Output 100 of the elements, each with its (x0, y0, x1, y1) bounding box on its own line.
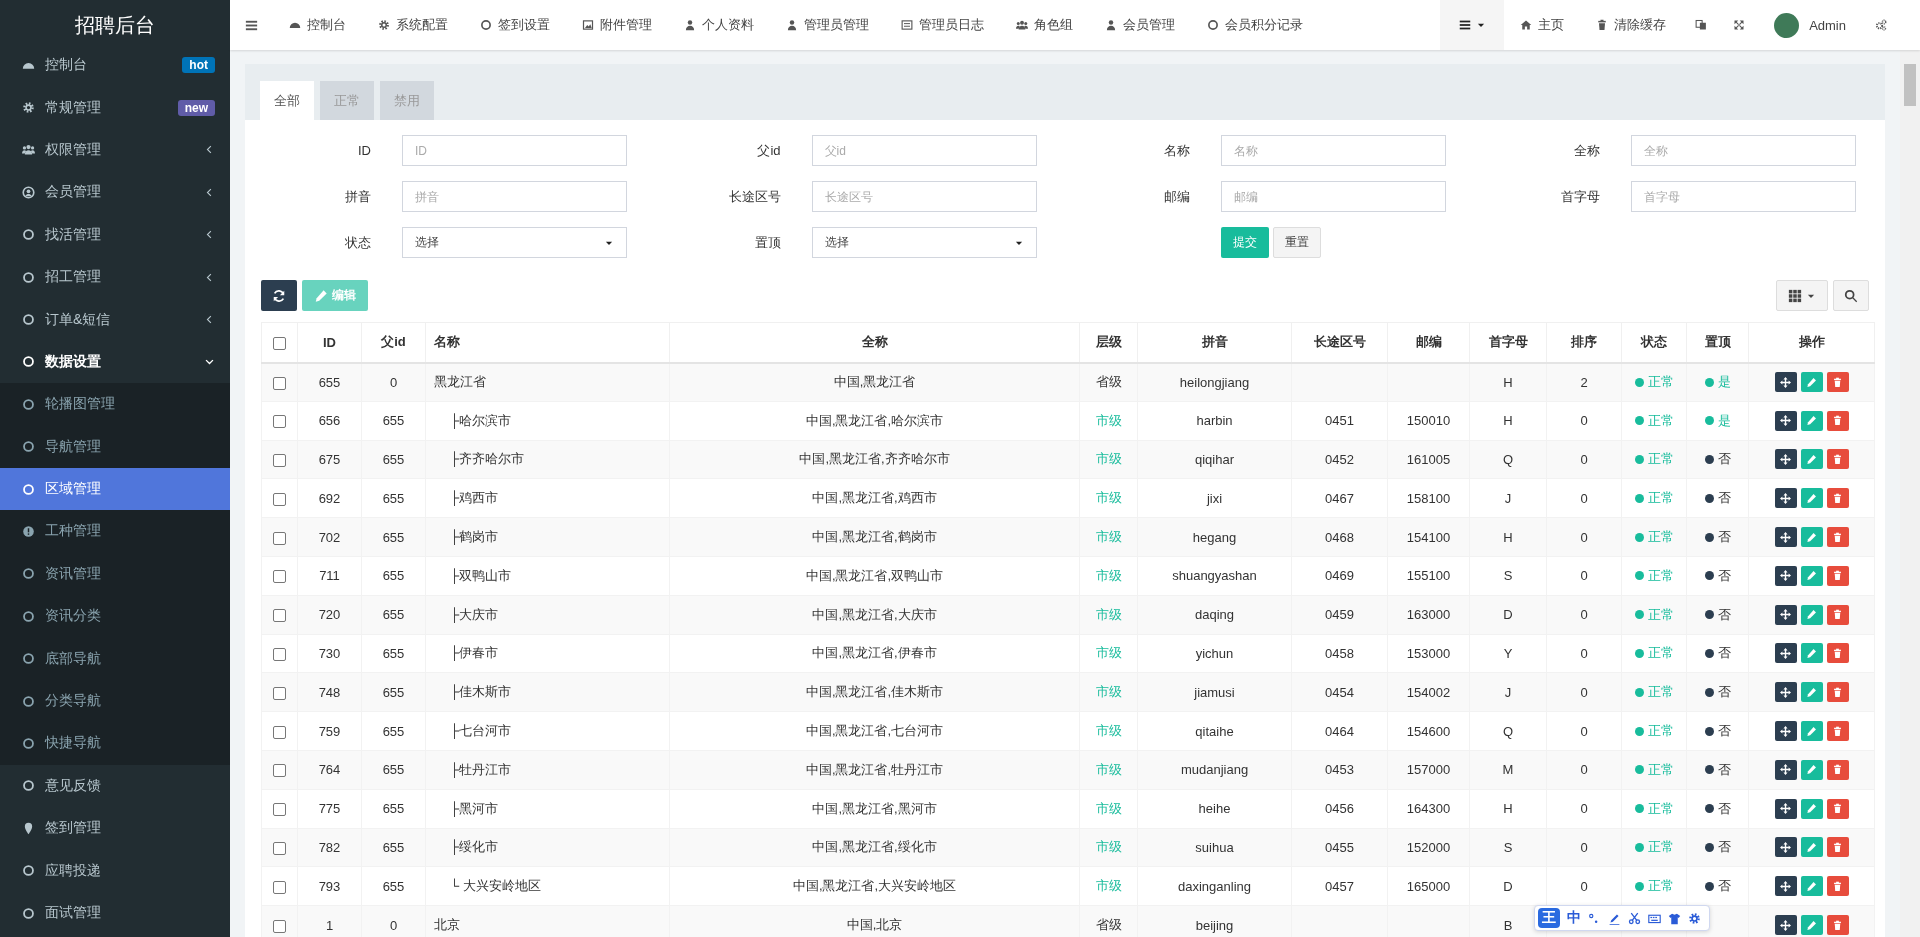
drag-button[interactable] (1774, 565, 1797, 586)
delete-button[interactable] (1826, 527, 1849, 548)
row-checkbox[interactable] (273, 725, 286, 739)
sidebar-menu-item[interactable]: 招工管理 (0, 255, 230, 299)
nav-link[interactable]: 管理员日志 (885, 0, 1000, 50)
nav-link[interactable]: 签到设置 (464, 0, 566, 50)
submenu-item[interactable]: 导航管理 (0, 425, 230, 468)
drag-button[interactable] (1774, 876, 1797, 897)
delete-button[interactable] (1826, 837, 1849, 858)
row-checkbox[interactable] (273, 803, 286, 817)
column-header[interactable]: 邮编 (1387, 322, 1470, 363)
drag-button[interactable] (1774, 527, 1797, 548)
column-header[interactable]: 长途区号 (1291, 322, 1388, 363)
nav-link[interactable]: 控制台 (273, 0, 362, 50)
submenu-item[interactable]: 工种管理 (0, 510, 230, 553)
input-field[interactable]: ID (402, 135, 627, 166)
delete-button[interactable] (1826, 682, 1849, 703)
reset-button[interactable]: 重置 (1273, 227, 1321, 258)
delete-button[interactable] (1826, 721, 1849, 742)
menu-dropdown-button[interactable] (1440, 0, 1505, 50)
delete-button[interactable] (1826, 759, 1849, 780)
delete-button[interactable] (1826, 372, 1849, 393)
row-checkbox[interactable] (273, 531, 286, 545)
nav-link[interactable]: 附件管理 (566, 0, 668, 50)
input-field[interactable]: 邮编 (1221, 181, 1446, 212)
drag-button[interactable] (1774, 682, 1797, 703)
columns-button[interactable] (1776, 280, 1828, 311)
drag-button[interactable] (1774, 449, 1797, 470)
nav-link[interactable]: 清除缓存 (1580, 0, 1683, 50)
column-header[interactable]: 操作 (1748, 322, 1875, 363)
drag-button[interactable] (1774, 643, 1797, 664)
submenu-item[interactable]: 轮播图管理 (0, 383, 230, 426)
row-checkbox[interactable] (273, 570, 286, 584)
drag-button[interactable] (1774, 798, 1797, 819)
row-checkbox[interactable] (273, 919, 286, 933)
column-header[interactable]: 状态 (1621, 322, 1687, 363)
drag-button[interactable] (1774, 837, 1797, 858)
input-field[interactable]: 名称 (1221, 135, 1446, 166)
sidebar-menu-item[interactable]: 控制台 hot (0, 50, 230, 87)
input-field[interactable]: 长途区号 (811, 181, 1037, 212)
submenu-item[interactable]: 快捷导航 (0, 722, 230, 765)
input-field[interactable]: 父id (811, 135, 1037, 166)
delete-button[interactable] (1826, 604, 1849, 625)
drag-button[interactable] (1774, 410, 1797, 431)
nav-link[interactable]: 会员积分记录 (1191, 0, 1319, 50)
sidebar-menu-item[interactable]: 订单&短信 (0, 298, 230, 341)
ime-mode-toggle[interactable]: 中 (1567, 909, 1581, 927)
column-header[interactable]: 层级 (1079, 322, 1138, 363)
column-header[interactable]: 全称 (669, 322, 1080, 363)
nav-link[interactable]: 管理员管理 (770, 0, 885, 50)
row-checkbox[interactable] (273, 686, 286, 700)
drag-button[interactable] (1774, 759, 1797, 780)
drag-button[interactable] (1774, 721, 1797, 742)
row-checkbox[interactable] (273, 764, 286, 778)
row-checkbox[interactable] (273, 376, 286, 390)
sidebar-menu-item[interactable]: 数据设置 (0, 340, 230, 384)
nav-link[interactable]: 会员管理 (1089, 0, 1191, 50)
select-field[interactable]: 选择 (811, 227, 1037, 258)
row-checkbox[interactable] (273, 648, 286, 661)
delete-button[interactable] (1826, 488, 1849, 509)
delete-button[interactable] (1826, 449, 1849, 470)
column-header[interactable]: 父id (361, 322, 426, 363)
row-checkbox[interactable] (273, 880, 286, 894)
submenu-item[interactable]: 分类导航 (0, 679, 230, 723)
sidebar-menu-item[interactable]: 会员管理 (0, 171, 230, 214)
sidebar-menu-item[interactable]: 常规管理 new (0, 86, 230, 129)
drag-button[interactable] (1774, 372, 1797, 393)
column-header[interactable]: ID (297, 322, 362, 363)
sidebar-menu-item[interactable]: 找活管理 (0, 213, 230, 256)
nav-link[interactable]: 系统配置 (362, 0, 464, 50)
submenu-item[interactable]: 资讯管理 (0, 552, 230, 596)
nav-link[interactable]: 个人资料 (668, 0, 770, 50)
nav-link[interactable]: 主页 (1504, 0, 1581, 50)
refresh-button[interactable] (261, 280, 297, 311)
search-button[interactable] (1833, 280, 1869, 311)
row-checkbox[interactable] (273, 415, 286, 429)
column-header[interactable]: 排序 (1546, 322, 1622, 363)
sidebar-menu-item[interactable]: 签到管理 (0, 807, 230, 850)
column-header[interactable]: 拼音 (1137, 322, 1292, 363)
drag-button[interactable] (1774, 604, 1797, 625)
drag-button[interactable] (1774, 915, 1797, 936)
delete-button[interactable] (1826, 565, 1849, 586)
input-field[interactable]: 首字母 (1630, 181, 1856, 212)
sidebar-menu-item[interactable]: 应聘投递 (0, 849, 230, 892)
select-all-checkbox[interactable] (273, 336, 286, 350)
delete-button[interactable] (1826, 798, 1849, 819)
row-checkbox[interactable] (273, 492, 286, 506)
input-field[interactable]: 全称 (1630, 135, 1856, 166)
column-header[interactable]: 名称 (425, 322, 670, 363)
column-header[interactable]: 首字母 (1469, 322, 1547, 363)
delete-button[interactable] (1826, 643, 1849, 664)
scrollbar[interactable] (1900, 50, 1920, 937)
delete-button[interactable] (1826, 876, 1849, 897)
select-field[interactable]: 选择 (402, 227, 627, 258)
submenu-item[interactable]: 区域管理 (0, 467, 230, 511)
column-header[interactable]: 置顶 (1686, 322, 1749, 363)
filter-tab[interactable]: 全部 (260, 81, 314, 120)
submenu-item[interactable]: 资讯分类 (0, 595, 230, 638)
input-field[interactable]: 拼音 (402, 181, 627, 212)
user-menu[interactable]: Admin (1758, 0, 1862, 50)
